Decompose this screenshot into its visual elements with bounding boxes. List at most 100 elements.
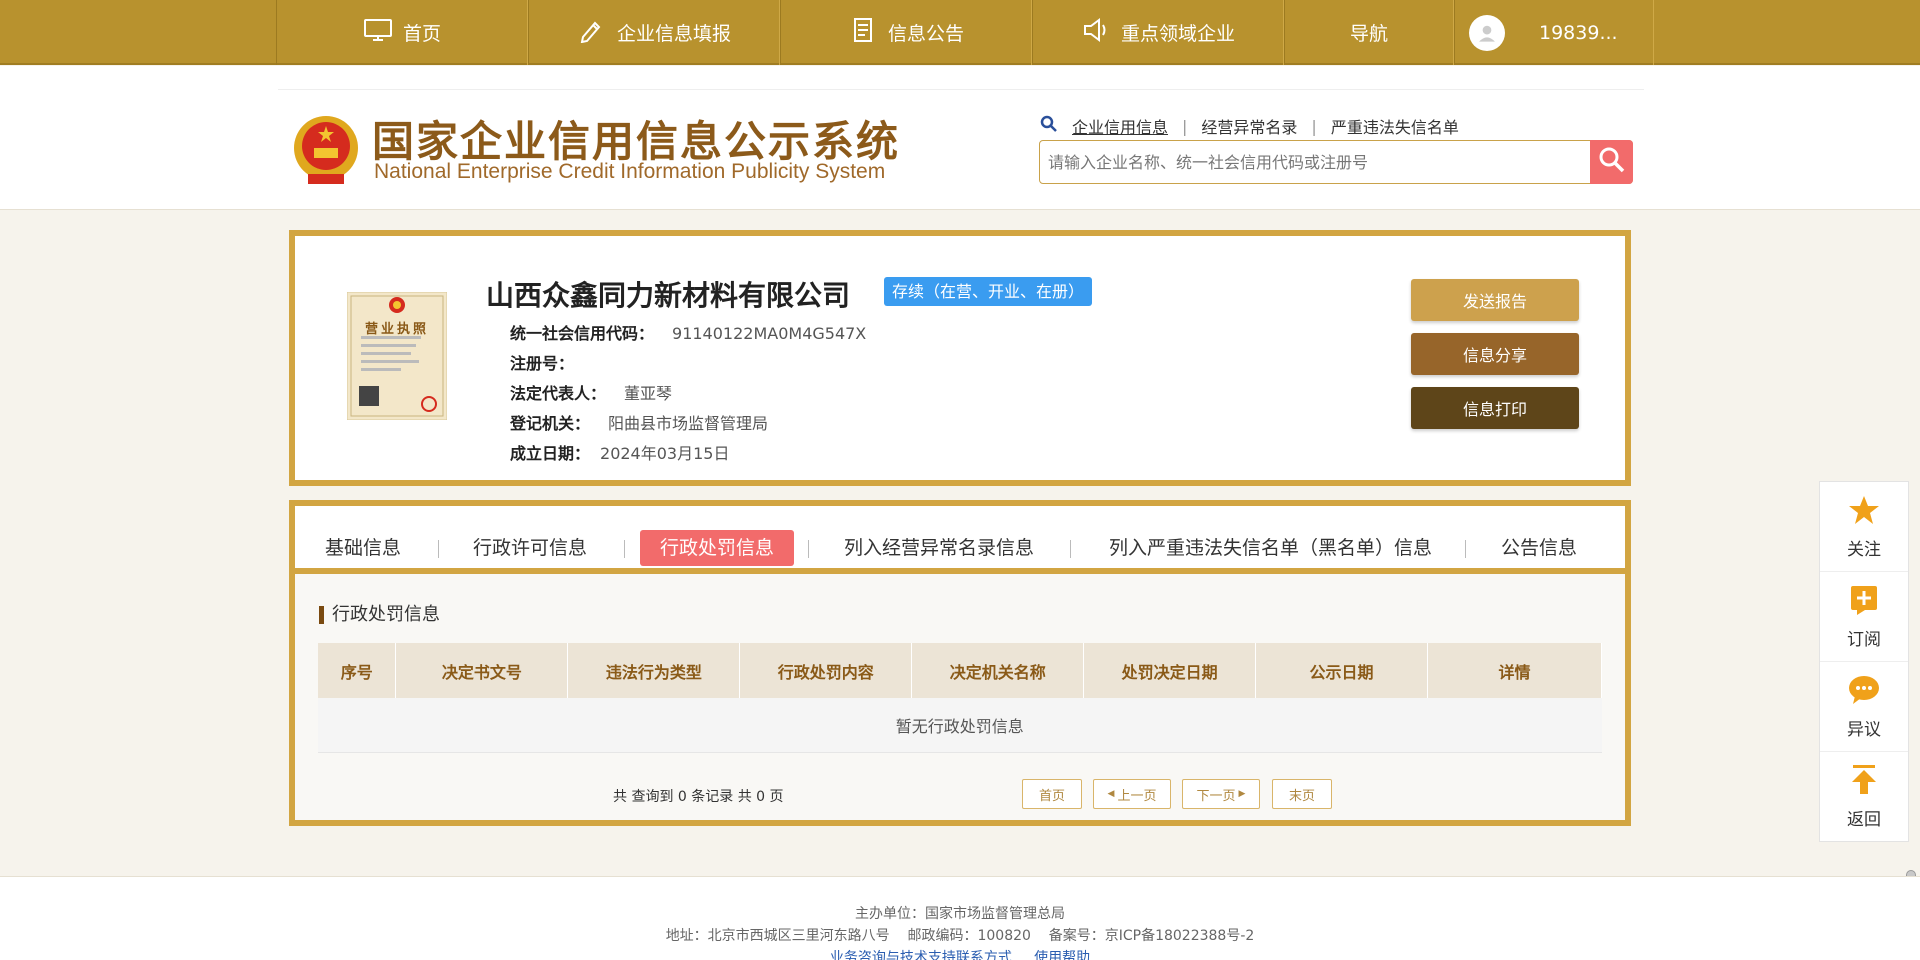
pager-summary: 共 查询到 0 条记录 共 0 页: [613, 789, 784, 805]
info-label: 统一社会信用代码：: [510, 324, 655, 343]
tab-penalty[interactable]: 行政处罚信息: [640, 530, 795, 566]
pager-first-button[interactable]: 首页: [1022, 779, 1082, 809]
pager-last-button[interactable]: 末页: [1272, 779, 1332, 809]
national-emblem-icon: [290, 112, 362, 188]
search-icon: [1597, 145, 1627, 179]
dispute-button[interactable]: 异议: [1820, 662, 1908, 752]
back-to-top-button[interactable]: 返回: [1820, 752, 1908, 842]
col-violation-type: 违法行为类型: [567, 643, 741, 698]
document-icon: [848, 17, 878, 48]
table-row: 暂无行政处罚信息: [318, 698, 1602, 753]
print-info-button[interactable]: 信息打印: [1411, 387, 1579, 429]
nav-notice-label: 信息公告: [887, 23, 964, 45]
top-nav: 首页 企业信息填报 信息公告 重点领域企业 导航 19839...: [276, 0, 1654, 65]
footer-host: 主办单位：国家市场监督管理总局: [855, 906, 1065, 922]
nav-fill[interactable]: 企业信息填报: [528, 0, 780, 65]
user-name: 19839...: [1539, 21, 1618, 44]
chevron-right-icon: ▶: [1238, 789, 1246, 799]
tab-blacklist[interactable]: 列入严重违法失信名单（黑名单）信息: [1109, 530, 1432, 566]
top-nav-bar: 首页 企业信息填报 信息公告 重点领域企业 导航 19839...: [0, 0, 1920, 65]
follow-label: 关注: [1847, 539, 1881, 560]
user-icon: [1469, 14, 1505, 51]
business-license-image[interactable]: 营业执照: [346, 291, 448, 421]
dispute-label: 异议: [1847, 719, 1881, 740]
search-input[interactable]: [1048, 141, 1568, 183]
tab-separator: [1070, 540, 1071, 558]
tab-announcement[interactable]: 公告信息: [1501, 530, 1577, 566]
col-index: 序号: [318, 643, 397, 698]
tab-separator: [438, 540, 439, 558]
col-penalty-content: 行政处罚内容: [739, 643, 913, 698]
tab-separator: [808, 540, 809, 558]
status-badge: 存续（在营、开业、在册）: [884, 277, 1093, 306]
tab-separator: [1465, 540, 1466, 558]
col-publish-date: 公示日期: [1255, 643, 1428, 698]
search-link-credit[interactable]: 企业信用信息: [1072, 114, 1168, 138]
search-link-blacklist[interactable]: 严重违法失信名单: [1331, 114, 1459, 138]
info-reg-authority: 登记机关： 阳曲县市场监督管理局: [510, 410, 768, 434]
col-doc-number: 决定书文号: [395, 643, 569, 698]
floating-toolbar: 关注 订阅 异议 返回: [1819, 481, 1909, 842]
link-separator: |: [1311, 116, 1317, 136]
tab-abnormal[interactable]: 列入经营异常名录信息: [844, 530, 1034, 566]
star-icon: [1847, 494, 1881, 531]
follow-button[interactable]: 关注: [1820, 482, 1908, 572]
license-title: 营业执照: [365, 322, 430, 337]
chat-icon: [1847, 674, 1881, 711]
info-tabs: 基础信息 行政许可信息 行政处罚信息 列入经营异常名录信息 列入严重违法失信名单…: [295, 506, 1625, 574]
details-panel: 基础信息 行政许可信息 行政处罚信息 列入经营异常名录信息 列入严重违法失信名单…: [289, 500, 1631, 826]
table-header-row: 序号 决定书文号 违法行为类型 行政处罚内容 决定机关名称 处罚决定日期 公示日…: [318, 643, 1602, 698]
search-button[interactable]: [1590, 140, 1633, 184]
subscribe-button[interactable]: 订阅: [1820, 572, 1908, 662]
info-value: 91140122MA0M4G547X: [672, 324, 867, 343]
company-card: 营业执照 山西众鑫同力新材料有限公司 存续（在营、开业、在册） 统一社会信用代码…: [289, 230, 1631, 486]
send-report-button[interactable]: 发送报告: [1411, 279, 1579, 321]
info-value: 董亚琴: [624, 384, 673, 403]
search-icon-small: [1040, 115, 1058, 137]
footer-address: 地址：北京市西城区三里河东路八号 邮政编码：100820 备案号：京ICP备18…: [665, 928, 1255, 944]
search-link-abnormal[interactable]: 经营异常名录: [1201, 114, 1297, 138]
nav-home[interactable]: 首页: [276, 0, 528, 65]
share-info-button[interactable]: 信息分享: [1411, 333, 1579, 375]
nav-home-label: 首页: [402, 23, 441, 45]
subscribe-label: 订阅: [1847, 629, 1881, 650]
nav-key[interactable]: 重点领域企业: [1032, 0, 1284, 65]
nav-notice[interactable]: 信息公告: [780, 0, 1032, 65]
col-authority: 决定机关名称: [911, 643, 1085, 698]
col-details: 详情: [1427, 643, 1602, 698]
nav-user[interactable]: 19839...: [1454, 0, 1654, 65]
pager-next-button[interactable]: 下一页 ▶: [1182, 779, 1260, 809]
pager-prev-label: 上一页: [1117, 788, 1157, 804]
speaker-icon: [1081, 17, 1111, 48]
logo-title-en: National Enterprise Credit Information P…: [374, 160, 886, 183]
tab-basic[interactable]: 基础信息: [325, 530, 401, 566]
info-legal-rep: 法定代表人： 董亚琴: [510, 380, 672, 404]
info-credit-code: 统一社会信用代码： 91140122MA0M4G547X: [510, 320, 866, 344]
site-footer: 主办单位：国家市场监督管理总局 地址：北京市西城区三里河东路八号 邮政编码：10…: [0, 876, 1920, 960]
search-box: [1039, 140, 1633, 184]
info-label: 注册号：: [510, 354, 575, 373]
pager-next-label: 下一页: [1196, 788, 1236, 804]
pen-icon: [577, 17, 607, 48]
info-reg-number: 注册号：: [510, 350, 592, 374]
site-header: 国家企业信用信息公示系统 National Enterprise Credit …: [0, 66, 1920, 210]
pager-prev-button[interactable]: ◀ 上一页: [1093, 779, 1171, 809]
back-label: 返回: [1847, 810, 1881, 830]
company-name: 山西众鑫同力新材料有限公司: [486, 279, 851, 312]
empty-message: 暂无行政处罚信息: [318, 698, 1602, 753]
info-value: 2024年03月15日: [600, 444, 730, 463]
footer-links[interactable]: 业务咨询与技术支持联系方式 使用帮助: [0, 947, 1920, 960]
monitor-icon: [363, 17, 393, 48]
header-divider: [278, 89, 1644, 90]
info-value: 阳曲县市场监督管理局: [608, 414, 769, 433]
nav-guide[interactable]: 导航: [1284, 0, 1454, 65]
info-est-date: 成立日期： 2024年03月15日: [510, 440, 729, 464]
plus-icon: [1847, 584, 1881, 621]
tab-separator: [624, 540, 625, 558]
chevron-left-icon: ◀: [1107, 789, 1115, 799]
tab-license[interactable]: 行政许可信息: [473, 530, 587, 566]
search-type-links: 企业信用信息 | 经营异常名录 | 严重违法失信名单: [1040, 114, 1459, 138]
info-label: 法定代表人：: [510, 384, 607, 403]
penalty-table: 序号 决定书文号 违法行为类型 行政处罚内容 决定机关名称 处罚决定日期 公示日…: [318, 643, 1602, 753]
arrow-up-icon: [1847, 764, 1881, 801]
